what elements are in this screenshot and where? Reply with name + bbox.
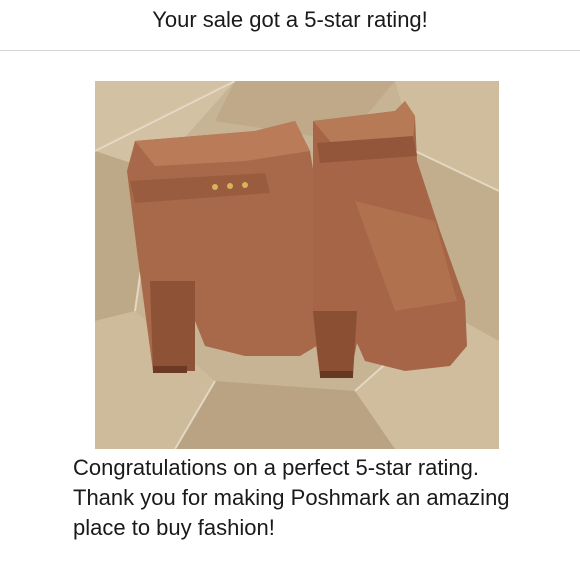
listing-photo[interactable] — [95, 81, 499, 449]
boots-image — [95, 81, 499, 449]
left-boot — [127, 121, 330, 373]
page-title: Your sale got a 5-star rating! — [152, 7, 428, 32]
header-divider — [0, 50, 580, 51]
congratulations-message: Congratulations on a perfect 5-star rati… — [73, 455, 510, 540]
